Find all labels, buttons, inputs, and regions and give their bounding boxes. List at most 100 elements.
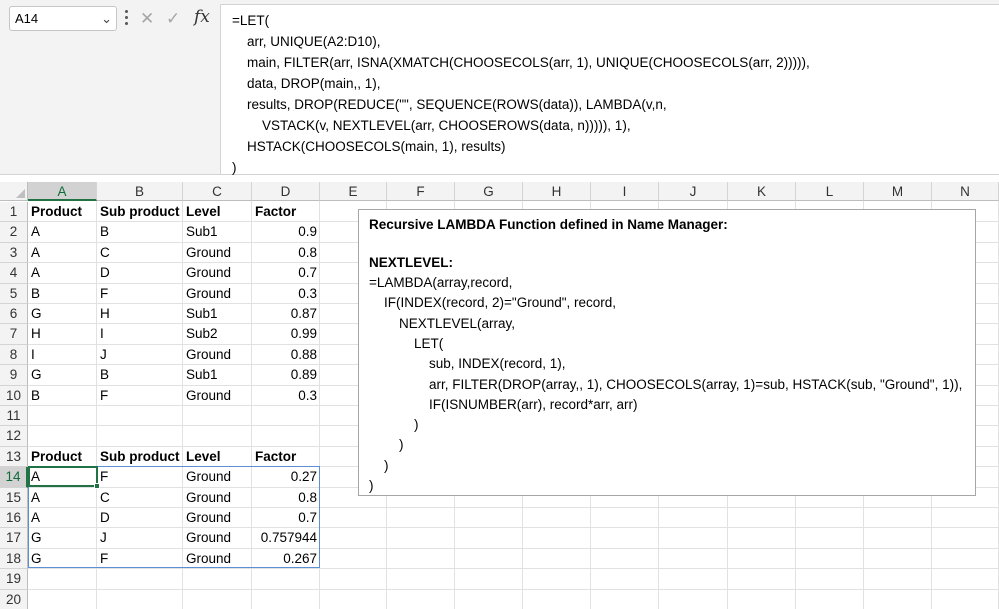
row-header-1[interactable]: 1: [0, 202, 28, 223]
table-cell[interactable]: Ground: [183, 467, 252, 487]
name-box[interactable]: A14 ⌄: [9, 6, 117, 31]
column-label[interactable]: Level: [183, 202, 252, 222]
column-header-l[interactable]: L: [796, 182, 864, 201]
table-cell[interactable]: Ground: [183, 386, 252, 406]
row-header-4[interactable]: 4: [0, 263, 28, 284]
column-header-a[interactable]: A: [28, 182, 97, 201]
table-cell[interactable]: Sub1: [183, 365, 252, 385]
column-header-i[interactable]: I: [591, 182, 659, 201]
table-cell[interactable]: 0.3: [252, 386, 320, 406]
table-cell[interactable]: 0.9: [252, 222, 320, 242]
table-cell[interactable]: B: [97, 222, 183, 242]
table-cell[interactable]: Sub2: [183, 324, 252, 344]
row-header-2[interactable]: 2: [0, 222, 28, 243]
note-textbox[interactable]: Recursive LAMBDA Function defined in Nam…: [358, 209, 976, 496]
table-cell[interactable]: F: [97, 549, 183, 569]
fx-icon[interactable]: fx: [194, 7, 210, 27]
row-header-16[interactable]: 16: [0, 508, 28, 529]
row-header-17[interactable]: 17: [0, 528, 28, 549]
column-header-e[interactable]: E: [320, 182, 387, 201]
table-cell[interactable]: F: [97, 467, 183, 487]
table-cell[interactable]: J: [97, 345, 183, 365]
row-header-9[interactable]: 9: [0, 365, 28, 386]
table-cell[interactable]: D: [97, 263, 183, 283]
column-label[interactable]: Sub product: [97, 202, 183, 222]
table-cell[interactable]: 0.8: [252, 243, 320, 263]
table-cell[interactable]: G: [28, 304, 97, 324]
table-cell[interactable]: A: [28, 263, 97, 283]
table-cell[interactable]: F: [97, 284, 183, 304]
column-header-n[interactable]: N: [932, 182, 999, 201]
table-cell[interactable]: 0.267: [252, 549, 320, 569]
row-header-13[interactable]: 13: [0, 446, 28, 468]
table-cell[interactable]: H: [28, 324, 97, 344]
table-cell[interactable]: I: [28, 345, 97, 365]
table-cell[interactable]: 0.8: [252, 488, 320, 508]
table-cell[interactable]: Ground: [183, 284, 252, 304]
column-label[interactable]: Product: [28, 202, 97, 222]
cancel-icon[interactable]: ✕: [140, 6, 154, 31]
column-header-m[interactable]: M: [864, 182, 932, 201]
column-header-h[interactable]: H: [523, 182, 591, 201]
column-label[interactable]: Sub product: [97, 447, 183, 467]
row-header-3[interactable]: 3: [0, 242, 28, 264]
more-options-icon[interactable]: [123, 9, 129, 27]
table-cell[interactable]: A: [28, 488, 97, 508]
table-cell[interactable]: A: [28, 243, 97, 263]
column-label[interactable]: Product: [28, 447, 97, 467]
row-header-18[interactable]: 18: [0, 548, 28, 570]
table-cell[interactable]: Ground: [183, 488, 252, 508]
column-header-f[interactable]: F: [387, 182, 455, 201]
table-cell[interactable]: Ground: [183, 508, 252, 528]
table-cell[interactable]: Ground: [183, 549, 252, 569]
table-cell[interactable]: D: [97, 508, 183, 528]
table-cell[interactable]: Ground: [183, 345, 252, 365]
table-cell[interactable]: A: [28, 222, 97, 242]
column-label[interactable]: Factor: [252, 202, 320, 222]
table-cell[interactable]: G: [28, 528, 97, 548]
column-header-b[interactable]: B: [97, 182, 183, 201]
table-cell[interactable]: A: [28, 467, 97, 487]
row-header-6[interactable]: 6: [0, 304, 28, 325]
table-cell[interactable]: C: [97, 243, 183, 263]
column-header-d[interactable]: D: [252, 182, 320, 201]
column-header-k[interactable]: K: [728, 182, 796, 201]
table-cell[interactable]: Ground: [183, 528, 252, 548]
table-cell[interactable]: J: [97, 528, 183, 548]
table-cell[interactable]: B: [28, 284, 97, 304]
row-header-8[interactable]: 8: [0, 344, 28, 366]
table-cell[interactable]: 0.3: [252, 284, 320, 304]
table-cell[interactable]: Ground: [183, 263, 252, 283]
select-all-button[interactable]: [0, 182, 28, 201]
formula-input[interactable]: =LET( arr, UNIQUE(A2:D10), main, FILTER(…: [220, 4, 999, 175]
table-cell[interactable]: H: [97, 304, 183, 324]
table-cell[interactable]: 0.99: [252, 324, 320, 344]
table-cell[interactable]: C: [97, 488, 183, 508]
table-cell[interactable]: 0.27: [252, 467, 320, 487]
table-cell[interactable]: Sub1: [183, 222, 252, 242]
table-cell[interactable]: 0.7: [252, 263, 320, 283]
row-header-20[interactable]: 20: [0, 589, 28, 609]
row-header-15[interactable]: 15: [0, 487, 28, 508]
table-cell[interactable]: 0.7: [252, 508, 320, 528]
table-cell[interactable]: Ground: [183, 243, 252, 263]
row-header-14[interactable]: 14: [0, 467, 28, 488]
table-cell[interactable]: 0.88: [252, 345, 320, 365]
column-label[interactable]: Level: [183, 447, 252, 467]
row-header-10[interactable]: 10: [0, 385, 28, 406]
table-cell[interactable]: F: [97, 386, 183, 406]
table-cell[interactable]: 0.89: [252, 365, 320, 385]
table-cell[interactable]: A: [28, 508, 97, 528]
row-header-5[interactable]: 5: [0, 283, 28, 304]
column-header-g[interactable]: G: [455, 182, 523, 201]
column-label[interactable]: Factor: [252, 447, 320, 467]
table-cell[interactable]: Sub1: [183, 304, 252, 324]
column-header-j[interactable]: J: [659, 182, 728, 201]
row-header-11[interactable]: 11: [0, 406, 28, 427]
chevron-down-icon[interactable]: ⌄: [101, 7, 112, 30]
table-cell[interactable]: G: [28, 365, 97, 385]
row-header-7[interactable]: 7: [0, 324, 28, 345]
column-header-c[interactable]: C: [183, 182, 252, 201]
table-cell[interactable]: B: [28, 386, 97, 406]
table-cell[interactable]: 0.757944: [252, 528, 320, 548]
